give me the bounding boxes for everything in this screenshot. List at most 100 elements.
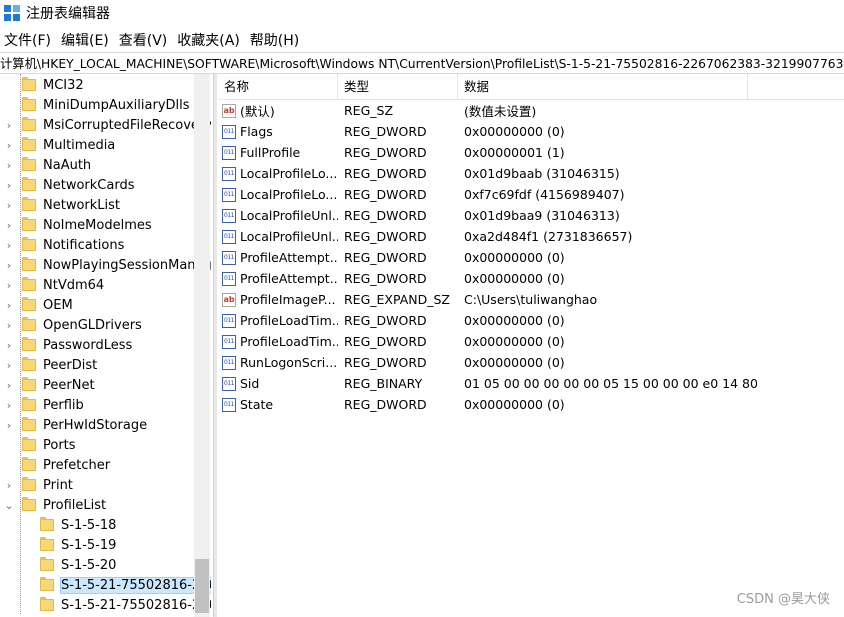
chevron-right-icon[interactable]: ›: [4, 339, 14, 352]
chevron-right-icon[interactable]: ›: [4, 279, 14, 292]
menu-view[interactable]: 查看(V): [115, 30, 174, 50]
value-name-cell: 011 LocalProfileLo...: [218, 187, 338, 202]
tree-scrollbar[interactable]: [194, 74, 210, 617]
tree-item-label: Multimedia: [43, 137, 116, 153]
chevron-right-icon[interactable]: ›: [4, 259, 14, 272]
value-row[interactable]: 011 State REG_DWORD 0x00000000 (0): [218, 394, 758, 415]
menu-favorites[interactable]: 收藏夹(A): [173, 30, 246, 50]
value-row[interactable]: 011 LocalProfileUnl... REG_DWORD 0xa2d484f1…: [218, 226, 758, 247]
tree-item-label: NetworkCards: [43, 177, 135, 193]
tree-item[interactable]: › PeerDist: [4, 355, 97, 375]
tree-item[interactable]: S-1-5-21-75502816-226: [22, 575, 211, 595]
chevron-right-icon[interactable]: ›: [4, 219, 14, 232]
tree-item[interactable]: › OEM: [4, 295, 73, 315]
chevron-right-icon[interactable]: ›: [4, 419, 14, 432]
chevron-right-icon[interactable]: ›: [4, 359, 14, 372]
pane-splitter[interactable]: [213, 74, 217, 617]
tree-item[interactable]: › NetworkList: [4, 195, 120, 215]
value-name: LocalProfileUnl...: [240, 229, 338, 244]
tree-item[interactable]: › Notifications: [4, 235, 124, 255]
tree-item-label: PeerNet: [43, 377, 95, 393]
tree-item[interactable]: › Perflib: [4, 395, 84, 415]
tree-item[interactable]: › NoImeModelmes: [4, 215, 152, 235]
chevron-right-icon[interactable]: ›: [4, 119, 14, 132]
tree-item-label: S-1-5-21-75502816-226: [60, 576, 211, 594]
tree-item[interactable]: S-1-5-18: [22, 515, 116, 535]
column-name-header[interactable]: 名称: [218, 74, 338, 99]
tree-item[interactable]: › NetworkCards: [4, 175, 134, 195]
menu-help[interactable]: 帮助(H): [246, 30, 305, 50]
value-name-cell: 011 Sid: [218, 376, 338, 391]
address-path[interactable]: 计算机\HKEY_LOCAL_MACHINE\SOFTWARE\Microsof…: [0, 54, 844, 72]
value-row[interactable]: 011 RunLogonScri... REG_DWORD 0x00000000 (0…: [218, 352, 758, 373]
chevron-right-icon[interactable]: ›: [4, 159, 14, 172]
window-title: 注册表编辑器: [26, 6, 110, 22]
chevron-right-icon[interactable]: ›: [4, 139, 14, 152]
address-bar[interactable]: 计算机\HKEY_LOCAL_MACHINE\SOFTWARE\Microsof…: [0, 52, 844, 74]
string-value-icon: ab: [222, 292, 236, 307]
chevron-right-icon[interactable]: ›: [4, 479, 14, 492]
value-row[interactable]: 011 LocalProfileLo... REG_DWORD 0x01d9baab …: [218, 163, 758, 184]
tree-item[interactable]: › Print: [4, 475, 73, 495]
chevron-right-icon[interactable]: ›: [4, 319, 14, 332]
value-row[interactable]: ab (默认) REG_SZ (数值未设置): [218, 100, 758, 121]
value-name-cell: 011 ProfileAttempt...: [218, 250, 338, 265]
folder-icon: [22, 397, 36, 411]
value-row[interactable]: 011 ProfileLoadTim... REG_DWORD 0x00000000 …: [218, 310, 758, 331]
chevron-right-icon[interactable]: ›: [4, 199, 14, 212]
folder-icon: [22, 377, 36, 391]
tree-item[interactable]: › MsiCorruptedFileRecovery: [4, 115, 211, 135]
chevron-right-icon[interactable]: ›: [4, 179, 14, 192]
tree-item[interactable]: › NowPlayingSessionManag: [4, 255, 211, 275]
value-name: ProfileLoadTim...: [240, 313, 338, 328]
tree-item[interactable]: › OpenGLDrivers: [4, 315, 142, 335]
values-list: 名称 类型 数据 ab (默认) REG_SZ (数值未设置) 011 Flags REG_…: [218, 74, 844, 617]
binary-value-icon: 011: [222, 397, 236, 412]
tree-item[interactable]: › PasswordLess: [4, 335, 132, 355]
value-type: REG_BINARY: [344, 376, 423, 391]
value-row[interactable]: 011 LocalProfileUnl... REG_DWORD 0x01d9baa9…: [218, 205, 758, 226]
menu-edit[interactable]: 编辑(E): [57, 30, 115, 50]
folder-icon: [22, 417, 36, 431]
chevron-right-icon[interactable]: ›: [4, 299, 14, 312]
column-data-header[interactable]: 数据: [458, 74, 748, 99]
tree-item[interactable]: MiniDumpAuxiliaryDlls: [4, 95, 190, 115]
value-type: REG_DWORD: [344, 250, 427, 265]
value-row[interactable]: 011 FullProfile REG_DWORD 0x00000001 (1): [218, 142, 758, 163]
tree-item[interactable]: Ports: [4, 435, 76, 455]
value-row[interactable]: 011 Flags REG_DWORD 0x00000000 (0): [218, 121, 758, 142]
chevron-down-icon[interactable]: ⌄: [4, 499, 14, 512]
menu-file[interactable]: 文件(F): [0, 30, 57, 50]
value-row[interactable]: ab ProfileImageP... REG_EXPAND_SZ C:\Users\…: [218, 289, 758, 310]
binary-value-icon: 011: [222, 187, 236, 202]
tree-item[interactable]: S-1-5-19: [22, 535, 116, 555]
value-row[interactable]: 011 ProfileLoadTim... REG_DWORD 0x00000000 …: [218, 331, 758, 352]
value-row[interactable]: 011 ProfileAttempt... REG_DWORD 0x00000000 …: [218, 247, 758, 268]
binary-value-icon: 011: [222, 208, 236, 223]
folder-icon: [40, 597, 54, 611]
folder-icon: [22, 77, 36, 91]
value-row[interactable]: 011 LocalProfileLo... REG_DWORD 0xf7c69fdf …: [218, 184, 758, 205]
tree-item[interactable]: S-1-5-21-75502816-226: [22, 595, 211, 615]
binary-value-icon: 011: [222, 145, 236, 160]
tree-item[interactable]: › PerHwIdStorage: [4, 415, 147, 435]
tree-item[interactable]: › PeerNet: [4, 375, 95, 395]
chevron-right-icon[interactable]: ›: [4, 379, 14, 392]
folder-icon: [22, 157, 36, 171]
tree-item-label: OpenGLDrivers: [43, 317, 142, 333]
tree-item[interactable]: MCI32: [4, 75, 84, 95]
chevron-right-icon[interactable]: ›: [4, 239, 14, 252]
chevron-right-icon[interactable]: ›: [4, 399, 14, 412]
tree-item[interactable]: › NaAuth: [4, 155, 91, 175]
value-data: 0xa2d484f1 (2731836657): [464, 229, 633, 244]
tree-item[interactable]: S-1-5-20: [22, 555, 116, 575]
chevron-right-icon: [4, 440, 14, 450]
tree-scrollbar-thumb[interactable]: [195, 559, 209, 613]
value-row[interactable]: 011 ProfileAttempt... REG_DWORD 0x00000000 …: [218, 268, 758, 289]
value-data: 0x00000001 (1): [464, 145, 565, 160]
value-data: 0x01d9baab (31046315): [464, 166, 620, 181]
value-name-cell: 011 RunLogonScri...: [218, 355, 338, 370]
column-type-header[interactable]: 类型: [338, 74, 458, 99]
tree-item-label: S-1-5-20: [61, 557, 117, 573]
value-row[interactable]: 011 Sid REG_BINARY 01 05 00 00 00 00 00 05 …: [218, 373, 758, 394]
